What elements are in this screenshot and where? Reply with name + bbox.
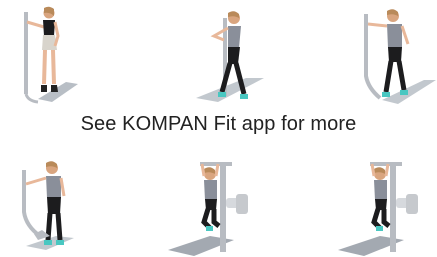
man-walking-side-stretch-pole-figure (176, 6, 266, 104)
man-pull-up-station-figure (164, 150, 264, 256)
man-lunge-arm-stretch-figure (346, 4, 436, 106)
woman-standing-stretch-pole-figure (14, 2, 84, 106)
man-pull-up-station-figure-2 (334, 150, 434, 256)
man-step-arm-stretch-figure (16, 152, 86, 252)
see-kompan-fit-app-caption: See KOMPAN Fit app for more (80, 113, 357, 135)
